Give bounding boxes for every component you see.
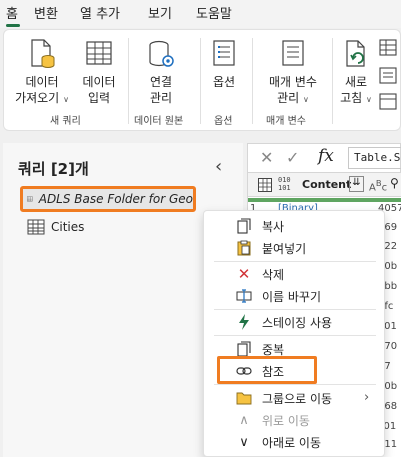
group-data-source-label: 데이터 원본 bbox=[134, 116, 184, 127]
delete-x-icon: ✕ bbox=[237, 265, 251, 283]
menu-label: 이름 바꾸기 bbox=[262, 290, 322, 304]
rename-icon bbox=[236, 288, 252, 304]
query-name: ADLS Base Folder for Geo bbox=[38, 192, 193, 206]
group-options-label: 옵션 bbox=[214, 116, 233, 127]
refresh-icon bbox=[346, 40, 365, 67]
commit-formula-icon[interactable]: ✓ bbox=[286, 148, 299, 167]
menu-divider bbox=[214, 335, 376, 336]
collapse-pane-button[interactable]: ‹ bbox=[215, 156, 222, 177]
ribbon-tabs: 홈 변환 열 추가 보기 도움말 bbox=[0, 0, 401, 28]
enter-data-label-1: 데이터 bbox=[82, 75, 116, 89]
chevron-right-icon: › bbox=[364, 390, 370, 405]
formula-bar: ✕ ✓ fx Table.S bbox=[247, 143, 401, 173]
search-icon: ⚲ bbox=[390, 176, 399, 190]
enter-data-button[interactable]: 데이터 입력 bbox=[76, 38, 122, 106]
ribbon-divider bbox=[128, 38, 129, 124]
group-new-query-label: 새 쿼리 bbox=[50, 116, 81, 127]
menu-divider bbox=[214, 309, 376, 310]
chevron-down-icon: ∨ bbox=[303, 95, 309, 104]
menu-label: 삭제 bbox=[262, 268, 285, 282]
sort-filter-icon[interactable]: ⇊ bbox=[349, 176, 364, 192]
menu-divider bbox=[214, 384, 376, 385]
binary-type-icon: 010 101 bbox=[278, 176, 291, 192]
manage-parameters-button[interactable]: 매개 변수 관리 ∨ bbox=[258, 38, 328, 108]
get-data-label-2: 가져오기 bbox=[15, 91, 60, 105]
ribbon-divider bbox=[332, 38, 333, 124]
table-grid-icon bbox=[86, 41, 112, 65]
queries-title: 쿼리 [2]개 bbox=[18, 160, 89, 178]
tab-home[interactable]: 홈 bbox=[6, 3, 18, 22]
menu-label: 스테이징 사용 bbox=[262, 316, 333, 330]
table-icon[interactable] bbox=[258, 178, 272, 192]
menu-item-paste[interactable]: 붙여넣기 bbox=[204, 237, 386, 259]
refresh-button[interactable]: 새로 고침 ∨ bbox=[336, 38, 376, 108]
database-gear-icon bbox=[149, 40, 174, 67]
query-item-adls[interactable]: ADLS Base Folder for Geo bbox=[20, 186, 196, 212]
enter-data-label-2: 입력 bbox=[87, 91, 111, 105]
manage-parameters-label-2: 관리 bbox=[277, 91, 300, 105]
advanced-editor-icon[interactable] bbox=[378, 66, 398, 86]
refresh-label-1: 새로 bbox=[344, 75, 368, 89]
ribbon-divider bbox=[252, 38, 253, 124]
get-data-button[interactable]: 데이터 가져오기 ∨ bbox=[12, 38, 72, 108]
grid-header: 010 101 Content ⇊ ABc ⚲ bbox=[248, 173, 401, 197]
manage-connections-label-1: 연결 bbox=[149, 75, 173, 89]
context-menu: 복사 붙여넣기 ✕ 삭제 이름 바꾸기 스테이징 사용 중복 참조 그룹으로 이… bbox=[203, 210, 385, 457]
table-icon bbox=[27, 196, 33, 202]
options-label: 옵션 bbox=[212, 75, 236, 89]
tab-help[interactable]: 도움말 bbox=[196, 3, 232, 22]
parameters-icon bbox=[282, 40, 304, 66]
menu-label: 복사 bbox=[262, 220, 285, 234]
menu-item-rename[interactable]: 이름 바꾸기 bbox=[204, 285, 386, 307]
menu-item-copy[interactable]: 복사 bbox=[204, 215, 386, 237]
tab-view[interactable]: 보기 bbox=[148, 3, 172, 22]
chevron-left-icon: ‹ bbox=[215, 156, 223, 177]
column-header-content[interactable]: Content bbox=[302, 178, 351, 191]
ribbon: 데이터 가져오기 ∨ 데이터 입력 새 쿼리 연결 관리 데이터 원본 옵션 옵… bbox=[3, 29, 401, 131]
menu-divider bbox=[214, 261, 376, 262]
folder-icon bbox=[236, 390, 252, 406]
menu-label: 아래로 이동 bbox=[262, 436, 322, 450]
reference-highlight bbox=[217, 356, 317, 384]
fx-icon[interactable]: fx bbox=[318, 146, 334, 166]
table-icon bbox=[27, 219, 45, 235]
get-data-icon bbox=[31, 39, 55, 68]
tab-add-column[interactable]: 열 추가 bbox=[80, 3, 120, 22]
group-parameters-label: 매개 변수 bbox=[266, 116, 306, 127]
menu-label: 붙여넣기 bbox=[262, 242, 307, 256]
refresh-label-2: 고침 bbox=[340, 91, 363, 105]
chevron-down-icon: ∨ bbox=[63, 95, 69, 104]
query-name: Cities bbox=[51, 220, 85, 234]
text-type-icon: ABc bbox=[369, 178, 388, 194]
ribbon-divider bbox=[200, 38, 201, 124]
menu-item-move-up[interactable]: ∧ 위로 이동 bbox=[204, 409, 386, 431]
paste-icon bbox=[236, 240, 252, 256]
get-data-label-1: 데이터 bbox=[25, 75, 59, 89]
column-quality-bar bbox=[248, 198, 401, 202]
tab-transform[interactable]: 변환 bbox=[34, 3, 58, 22]
menu-item-move-to-group[interactable]: 그룹으로 이동 › bbox=[204, 387, 386, 409]
manage-connections-button[interactable]: 연결 관리 bbox=[138, 38, 184, 106]
menu-label: 그룹으로 이동 bbox=[262, 392, 333, 406]
manage-icon[interactable] bbox=[378, 92, 398, 112]
menu-item-delete[interactable]: ✕ 삭제 bbox=[204, 263, 386, 285]
query-item-cities[interactable]: Cities bbox=[17, 214, 231, 240]
duplicate-icon bbox=[236, 341, 252, 357]
arrow-up-icon: ∧ bbox=[239, 412, 249, 428]
active-tab-indicator bbox=[6, 24, 20, 27]
chevron-down-icon: ∨ bbox=[366, 95, 372, 104]
manage-parameters-label-1: 매개 변수 bbox=[269, 75, 317, 89]
formula-input[interactable]: Table.S bbox=[348, 147, 401, 169]
options-button[interactable]: 옵션 bbox=[206, 38, 242, 90]
options-list-icon bbox=[213, 40, 235, 66]
manage-connections-label-2: 관리 bbox=[149, 91, 173, 105]
cancel-formula-icon[interactable]: ✕ bbox=[260, 148, 273, 167]
menu-label: 위로 이동 bbox=[262, 414, 310, 428]
arrow-down-icon: ∨ bbox=[239, 434, 249, 450]
menu-item-move-down[interactable]: ∨ 아래로 이동 bbox=[204, 431, 386, 453]
properties-icon[interactable] bbox=[378, 38, 398, 58]
lightning-icon bbox=[236, 314, 252, 330]
copy-icon bbox=[236, 218, 252, 234]
menu-item-staging[interactable]: 스테이징 사용 bbox=[204, 311, 386, 333]
